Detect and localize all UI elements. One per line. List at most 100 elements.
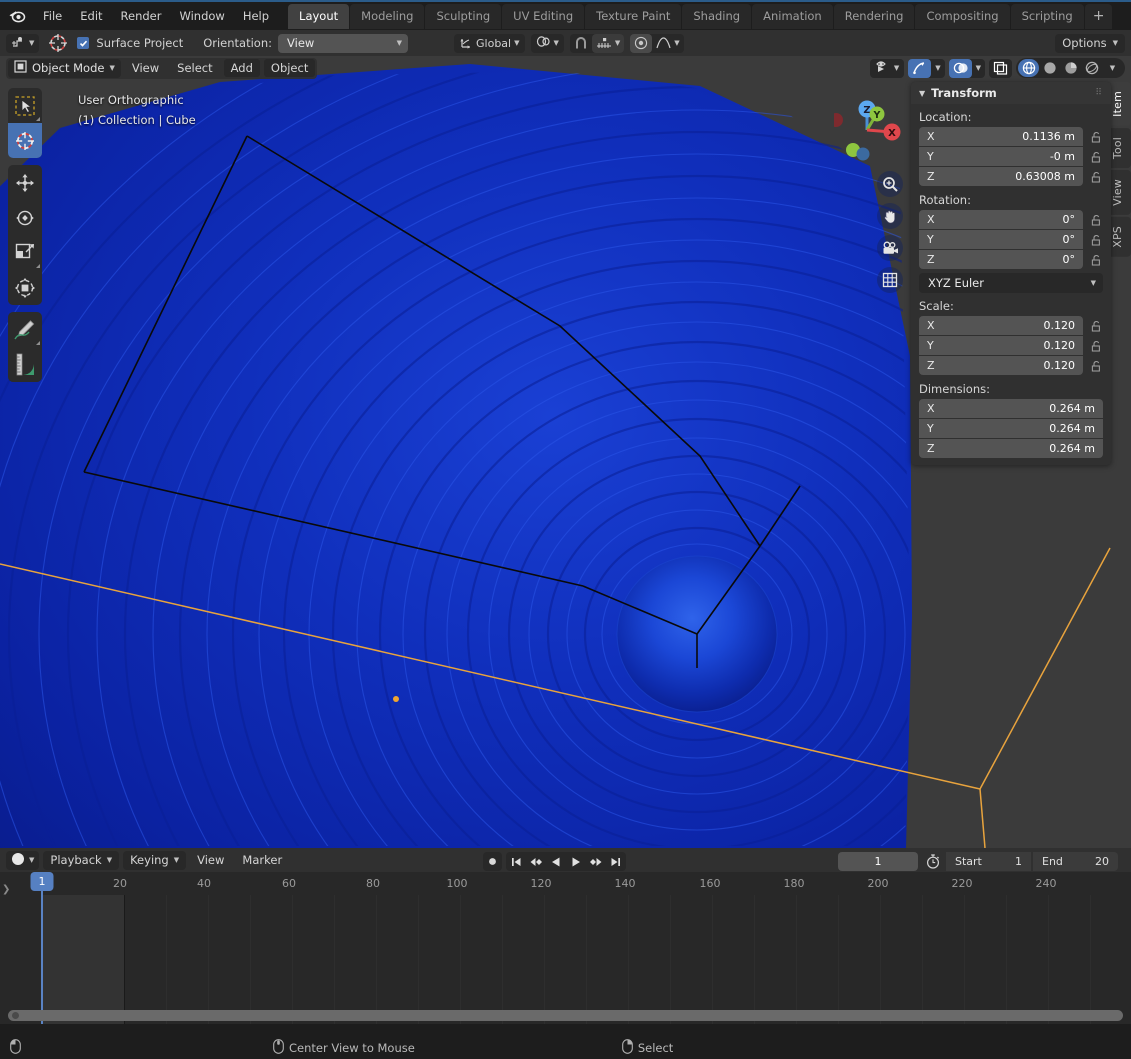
playhead-frame-badge[interactable]: 1 <box>30 872 54 891</box>
play-reverse-icon[interactable] <box>546 852 566 871</box>
prev-keyframe-icon[interactable] <box>526 852 546 871</box>
location-x-lock-icon[interactable] <box>1089 129 1103 145</box>
sidebar-tab-xps[interactable]: XPS <box>1111 216 1131 257</box>
sidebar-tab-item[interactable]: Item <box>1111 82 1131 126</box>
sidebar-tab-view[interactable]: View <box>1111 170 1131 215</box>
workspace-tab-compositing[interactable]: Compositing <box>915 3 1010 29</box>
overlays-toggle-button[interactable] <box>948 58 972 78</box>
workspace-tab-modeling[interactable]: Modeling <box>350 3 425 29</box>
dimensions-z-field[interactable]: Z 0.264 m <box>919 439 1103 458</box>
add-workspace-button[interactable]: + <box>1084 3 1113 29</box>
falloff-smooth-select[interactable]: ▼ <box>652 34 683 53</box>
snap-to-select[interactable]: ▼ <box>591 33 625 53</box>
end-frame-field[interactable]: End 20 <box>1033 852 1118 871</box>
workspace-tab-sculpting[interactable]: Sculpting <box>425 3 502 29</box>
gizmo-options-dropdown[interactable]: ▼ <box>931 59 944 78</box>
tool-move[interactable] <box>8 165 42 200</box>
scale-z-lock-icon[interactable] <box>1089 358 1103 374</box>
location-z-lock-icon[interactable] <box>1089 169 1103 185</box>
jump-start-icon[interactable] <box>506 852 526 871</box>
cursor-3d-icon[interactable] <box>45 31 71 55</box>
tool-measure[interactable] <box>8 347 42 382</box>
scale-x-field[interactable]: X 0.120 <box>919 316 1083 335</box>
workspace-tab-animation[interactable]: Animation <box>752 3 833 29</box>
gizmo-toggle-button[interactable] <box>908 58 932 78</box>
rotation-y-lock-icon[interactable] <box>1089 232 1103 248</box>
sidebar-tab-tool[interactable]: Tool <box>1111 127 1131 169</box>
record-dot-icon[interactable] <box>483 852 502 871</box>
stopwatch-icon[interactable] <box>922 852 944 871</box>
workspace-tab-uv-editing[interactable]: UV Editing <box>502 3 585 29</box>
menu-help[interactable]: Help <box>234 5 278 27</box>
timeline-menu-playback[interactable]: Playback ▼ <box>43 850 120 870</box>
location-z-field[interactable]: Z 0.63008 m <box>919 167 1083 186</box>
grip-dots-icon[interactable]: ⠿ <box>1095 88 1103 98</box>
timeline-horizontal-scrollbar[interactable] <box>8 1010 1123 1021</box>
scale-y-lock-icon[interactable] <box>1089 338 1103 354</box>
workspace-tab-shading[interactable]: Shading <box>682 3 752 29</box>
rotation-y-field[interactable]: Y 0° <box>919 230 1083 249</box>
dimensions-y-field[interactable]: Y 0.264 m <box>919 419 1103 438</box>
rotation-x-lock-icon[interactable] <box>1089 212 1103 228</box>
timeline-playhead[interactable] <box>41 884 43 1024</box>
tool-cursor[interactable] <box>8 123 42 158</box>
viewport-menu-select[interactable]: Select <box>170 59 219 77</box>
blender-logo-icon[interactable] <box>0 1 34 31</box>
options-button[interactable]: Options ▼ <box>1055 33 1125 53</box>
location-y-lock-icon[interactable] <box>1089 149 1103 165</box>
grid-perspective-icon[interactable] <box>877 267 903 293</box>
zoom-magnifier-icon[interactable] <box>877 171 903 197</box>
jump-end-icon[interactable] <box>606 852 626 871</box>
next-keyframe-icon[interactable] <box>586 852 606 871</box>
scale-x-lock-icon[interactable] <box>1089 318 1103 334</box>
menu-file[interactable]: File <box>34 5 71 27</box>
dimensions-x-field[interactable]: X 0.264 m <box>919 399 1103 418</box>
current-frame-field[interactable]: 1 <box>838 852 918 871</box>
hand-pan-icon[interactable] <box>877 203 903 229</box>
xray-toggle-button[interactable] <box>989 59 1012 78</box>
timeline-menu-keying[interactable]: Keying ▼ <box>123 850 187 870</box>
location-y-field[interactable]: Y -0 m <box>919 147 1083 166</box>
viewport-3d[interactable]: Object Mode ▼ View Select Add Object ▼ ▼… <box>0 56 1131 848</box>
shading-rendered-button[interactable] <box>1081 59 1102 77</box>
navigation-gizmo[interactable]: Z Y X <box>829 90 906 162</box>
timeline-ruler[interactable]: 20 40 60 80 100 120 140 160 180 200 220 … <box>0 872 1131 895</box>
tool-scale[interactable] <box>8 235 42 270</box>
play-icon[interactable] <box>566 852 586 871</box>
rotation-z-field[interactable]: Z 0° <box>919 250 1083 269</box>
tool-annotate[interactable] <box>8 312 42 347</box>
workspace-tab-rendering[interactable]: Rendering <box>833 3 915 29</box>
snap-increment-icon[interactable]: ▼ <box>6 33 40 53</box>
shading-material-button[interactable] <box>1060 59 1081 77</box>
rotation-x-field[interactable]: X 0° <box>919 210 1083 229</box>
viewport-menu-add[interactable]: Add <box>223 59 260 77</box>
workspace-tab-scripting[interactable]: Scripting <box>1010 3 1084 29</box>
scale-y-field[interactable]: Y 0.120 <box>919 336 1083 355</box>
transform-orientation-select[interactable]: Global ▼ <box>454 33 525 53</box>
rotation-z-lock-icon[interactable] <box>1089 252 1103 268</box>
menu-render[interactable]: Render <box>112 5 171 27</box>
camera-icon[interactable] <box>877 235 903 261</box>
tool-transform[interactable] <box>8 270 42 305</box>
scale-z-field[interactable]: Z 0.120 <box>919 356 1083 375</box>
menu-window[interactable]: Window <box>170 5 233 27</box>
rotation-mode-select[interactable]: XYZ Euler ▼ <box>919 273 1103 293</box>
start-frame-field[interactable]: Start 1 <box>946 852 1031 871</box>
pivot-point-select[interactable]: ▼ <box>530 33 564 53</box>
location-x-field[interactable]: X 0.1136 m <box>919 127 1083 146</box>
workspace-tab-texture-paint[interactable]: Texture Paint <box>585 3 682 29</box>
magnet-icon[interactable] <box>570 34 592 53</box>
timeline-menu-view[interactable]: View <box>190 851 231 870</box>
shading-options-dropdown[interactable]: ▼ <box>1102 59 1123 77</box>
tool-rotate[interactable] <box>8 200 42 235</box>
overlays-options-dropdown[interactable]: ▼ <box>972 59 985 78</box>
orientation-select[interactable]: View ▼ <box>278 33 409 53</box>
chevron-right-icon[interactable]: ❯ <box>2 884 10 895</box>
surface-project-checkbox[interactable]: Surface Project <box>77 36 183 50</box>
object-mode-select[interactable]: Object Mode ▼ <box>8 58 121 78</box>
viewport-menu-object[interactable]: Object <box>263 59 316 77</box>
shading-wireframe-button[interactable] <box>1018 59 1039 77</box>
shading-solid-button[interactable] <box>1039 59 1060 77</box>
visibility-select[interactable]: ▼ <box>869 58 905 78</box>
timeline-editor-type-select[interactable]: ▼ <box>6 850 40 870</box>
